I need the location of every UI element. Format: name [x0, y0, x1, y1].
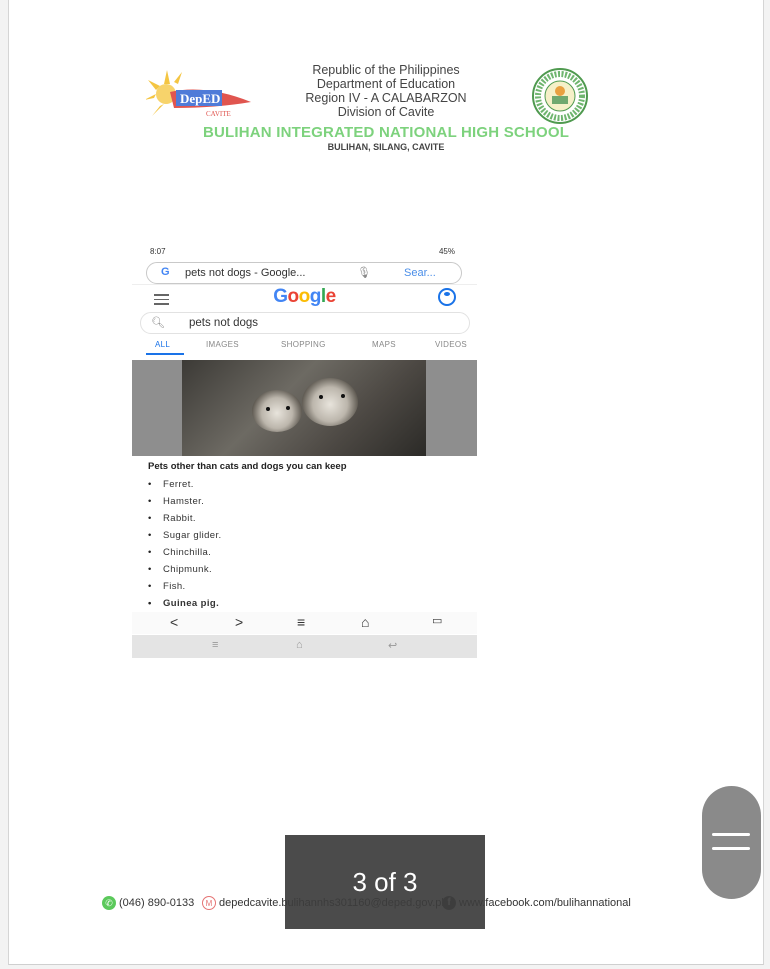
url-text: pets not dogs - Google... [185, 267, 306, 279]
home-icon: ⌂ [361, 614, 370, 630]
school-seal-logo [532, 68, 588, 124]
recent-apps-icon: ≡ [212, 639, 219, 651]
menu-icon: ≡ [297, 614, 306, 630]
status-time: 8:07 [150, 247, 166, 256]
system-nav-bar: ≡ ⌂ ↩ [132, 635, 477, 658]
tab-shopping: SHOPPING [281, 340, 326, 349]
header-republic: Republic of the Philippines [312, 63, 460, 77]
phone-screenshot: 8:07 45% G pets not dogs - Google... 🎙 S… [132, 242, 477, 658]
back-icon: < [170, 614, 179, 630]
document-page: DepED CAVITE Republic of the Philippines… [8, 0, 764, 965]
google-header: Google [132, 284, 477, 309]
list-item: Fish. [146, 580, 222, 597]
list-item: Chipmunk. [146, 563, 222, 580]
active-tab-indicator [146, 353, 184, 355]
system-back-icon: ↩ [388, 640, 398, 652]
microphone-icon: 🎙 [357, 267, 371, 279]
header-division: Division of Cavite [337, 105, 435, 119]
footer-phone: (046) 890-0133 [119, 897, 195, 909]
tab-images: IMAGES [206, 340, 239, 349]
tabs-icon: ▭ [432, 615, 443, 627]
phone-icon: ✆ [102, 896, 116, 910]
google-logo: Google [273, 286, 336, 307]
mail-icon: M [202, 896, 216, 910]
list-item: Sugar glider. [146, 529, 222, 546]
list-item: Hamster. [146, 495, 222, 512]
search-icon: 🔍︎ [151, 317, 165, 329]
fab-line-icon [712, 833, 750, 836]
ferret-photo [132, 360, 477, 456]
google-search-box: 🔍︎ pets not dogs [140, 312, 470, 334]
fab-line-icon [712, 847, 750, 850]
system-home-icon: ⌂ [296, 639, 303, 651]
school-address: BULIHAN, SILANG, CAVITE [327, 142, 445, 152]
status-battery: 45% [438, 247, 455, 256]
google-tabs: ALL IMAGES SHOPPING MAPS VIDEOS [132, 338, 477, 356]
tab-all: ALL [155, 340, 171, 349]
url-search-label: Sear... [404, 267, 436, 279]
account-icon [438, 288, 456, 306]
list-item: Chinchilla. [146, 546, 222, 563]
header-region: Region IV - A CALABARZON [305, 91, 467, 105]
menu-fab-button[interactable] [702, 786, 761, 899]
page-indicator: 3 of 3 [285, 835, 485, 929]
google-g-icon: G [161, 266, 170, 278]
forward-icon: > [235, 614, 244, 630]
browser-url-bar: G pets not dogs - Google... 🎙 Sear... [146, 262, 462, 284]
header-department: Department of Education [316, 77, 456, 91]
pets-list: Ferret. Hamster. Rabbit. Sugar glider. C… [146, 478, 222, 614]
search-query: pets not dogs [189, 317, 259, 329]
school-name: BULIHAN INTEGRATED NATIONAL HIGH SCHOOL [202, 124, 570, 141]
document-viewer: DepED CAVITE Republic of the Philippines… [0, 0, 770, 969]
tab-videos: VIDEOS [435, 340, 468, 349]
phone-status-bar: 8:07 45% [132, 242, 477, 260]
result-title: Pets other than cats and dogs you can ke… [148, 461, 347, 472]
browser-nav-bar: < > ≡ ⌂ ▭ [132, 612, 477, 634]
list-item: Ferret. [146, 478, 222, 495]
tab-maps: MAPS [372, 340, 396, 349]
list-item: Rabbit. [146, 512, 222, 529]
